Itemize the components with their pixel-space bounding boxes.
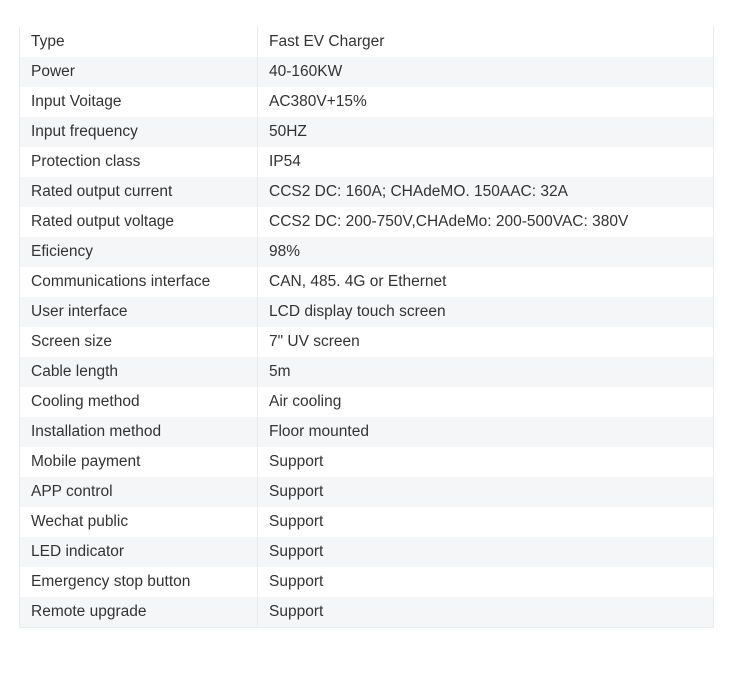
table-row: Input Voitage AC380V+15% [19, 87, 714, 117]
table-row: Protection class IP54 [19, 147, 714, 177]
spec-label-cell: LED indicator [19, 537, 258, 567]
spec-value-cell: 50HZ [257, 117, 714, 147]
table-row: Input frequency 50HZ [19, 117, 714, 147]
spec-value-cell: 40-160KW [257, 57, 714, 87]
table-row: Mobile payment Support [19, 447, 714, 477]
spec-value-cell: AC380V+15% [257, 87, 714, 117]
spec-label-cell: Cooling method [19, 387, 258, 417]
spec-label-cell: Wechat public [19, 507, 258, 537]
spec-value-cell: Fast EV Charger [257, 26, 714, 57]
spec-label-cell: Power [19, 57, 258, 87]
spec-value-cell: Air cooling [257, 387, 714, 417]
table-row: Cable length 5m [19, 357, 714, 387]
spec-value-cell: Floor mounted [257, 417, 714, 447]
specification-table: Type Fast EV Charger Power 40-160KW Input Vo… [19, 26, 714, 628]
table-row: Screen size 7" UV screen [19, 327, 714, 357]
spec-label-cell: Input frequency [19, 117, 258, 147]
table-row: APP control Support [19, 477, 714, 507]
spec-value-cell: Support [257, 507, 714, 537]
spec-label-cell: Installation method [19, 417, 258, 447]
spec-label-cell: Eficiency [19, 237, 258, 267]
spec-value-cell: Support [257, 477, 714, 507]
spec-value-cell: LCD display touch screen [257, 297, 714, 327]
spec-value-cell: CAN, 485. 4G or Ethernet [257, 267, 714, 297]
spec-value-cell: 98% [257, 237, 714, 267]
spec-label-cell: Rated output current [19, 177, 258, 207]
spec-label-cell: APP control [19, 477, 258, 507]
table-row: Emergency stop button Support [19, 567, 714, 597]
table-row: Power 40-160KW [19, 57, 714, 87]
spec-value-cell: Support [257, 567, 714, 597]
spec-value-cell: Support [257, 537, 714, 567]
spec-label-cell: Rated output voltage [19, 207, 258, 237]
table-row: Rated output current CCS2 DC: 160A; CHAde… [19, 177, 714, 207]
specification-table-body: Type Fast EV Charger Power 40-160KW Input Vo… [19, 26, 714, 628]
spec-label-cell: Emergency stop button [19, 567, 258, 597]
table-row: Communications interface CAN, 485. 4G or … [19, 267, 714, 297]
table-row: Wechat public Support [19, 507, 714, 537]
spec-label-cell: Communications interface [19, 267, 258, 297]
table-row: Rated output voltage CCS2 DC: 200-750V,CH… [19, 207, 714, 237]
table-row: Cooling method Air cooling [19, 387, 714, 417]
spec-label-cell: Remote upgrade [19, 597, 258, 628]
spec-value-cell: 7" UV screen [257, 327, 714, 357]
table-row: User interface LCD display touch screen [19, 297, 714, 327]
spec-label-cell: Cable length [19, 357, 258, 387]
spec-label-cell: Input Voitage [19, 87, 258, 117]
table-row: Type Fast EV Charger [19, 26, 714, 57]
spec-value-cell: Support [257, 447, 714, 477]
spec-label-cell: User interface [19, 297, 258, 327]
spec-value-cell: IP54 [257, 147, 714, 177]
specification-table-container: Type Fast EV Charger Power 40-160KW Input Vo… [19, 26, 714, 628]
table-row: LED indicator Support [19, 537, 714, 567]
table-row: Installation method Floor mounted [19, 417, 714, 447]
spec-value-cell: CCS2 DC: 160A; CHAdeMO. 150AAC: 32A [257, 177, 714, 207]
spec-label-cell: Mobile payment [19, 447, 258, 477]
spec-label-cell: Screen size [19, 327, 258, 357]
spec-label-cell: Protection class [19, 147, 258, 177]
spec-value-cell: 5m [257, 357, 714, 387]
spec-label-cell: Type [19, 26, 258, 57]
table-row: Eficiency 98% [19, 237, 714, 267]
spec-value-cell: CCS2 DC: 200-750V,CHAdeMo: 200-500VAC: 3… [257, 207, 714, 237]
table-row: Remote upgrade Support [19, 597, 714, 628]
spec-value-cell: Support [257, 597, 714, 628]
